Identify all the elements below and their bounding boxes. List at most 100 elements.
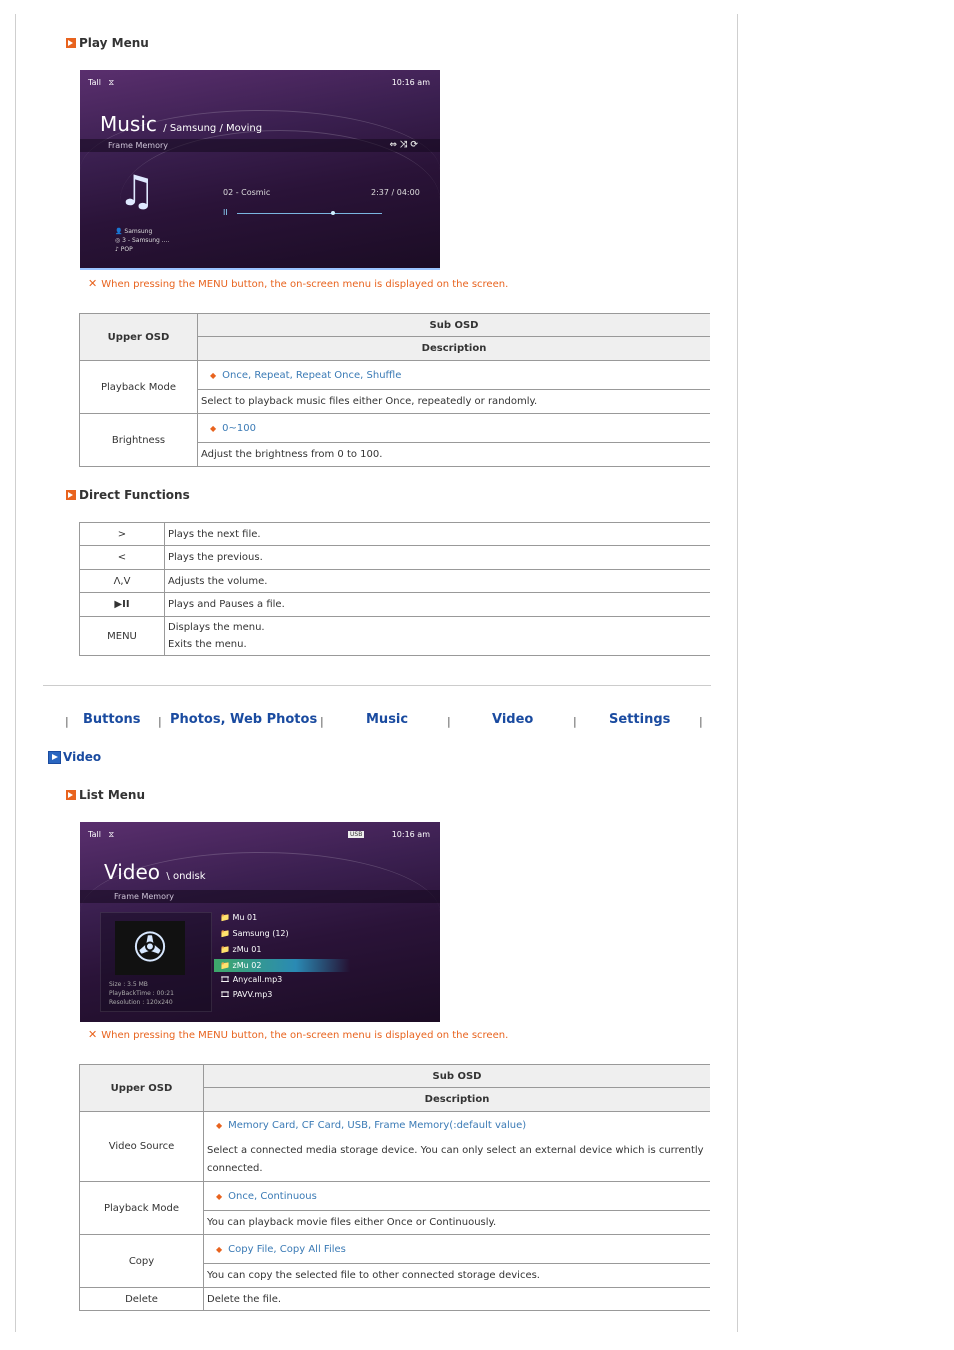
play-icon [48, 750, 61, 764]
video-heading: Video [48, 750, 101, 764]
options-cell: ◆ Memory Card, CF Card, USB, Frame Memory… [204, 1112, 711, 1139]
note-icon: ✕ [88, 277, 98, 290]
nav-buttons[interactable]: Buttons [83, 712, 141, 727]
screen-title-text: Video [104, 860, 161, 884]
description-cell: You can copy the selected file to other … [203, 1263, 710, 1288]
description-cell: Delete the file. [203, 1287, 710, 1311]
upper-osd-header: Upper OSD [79, 313, 198, 361]
row-name: Playback Mode [79, 1181, 204, 1235]
list-item-selected[interactable]: 📁 zMu 02 [214, 959, 350, 972]
film-reel-icon: ✇ [115, 921, 185, 975]
options-cell: ◆ Once, Continuous [203, 1181, 710, 1211]
row-name: Brightness [79, 413, 198, 467]
row-name: Video Source [79, 1111, 204, 1182]
note-icon: ✕ [88, 1028, 98, 1041]
key-desc-line: Displays the menu. [168, 622, 265, 633]
row-name: Copy [79, 1234, 204, 1288]
description-cell: Adjust the brightness from 0 to 100. [197, 442, 710, 467]
genre-text: POP [120, 246, 133, 253]
screen-title-text: Music [100, 112, 157, 136]
preview-panel: ✇ Size : 3.5 MB PlayBackTime : 00:21 Res… [100, 912, 212, 1012]
video-heading-text: Video [63, 750, 102, 764]
usb-icon: USB [348, 831, 365, 838]
source-label: Frame Memory [114, 892, 175, 901]
file-name: zMu 02 [232, 961, 262, 970]
source-bar: Frame Memory ⇔ ⤨ ⟳ [80, 139, 440, 152]
nav-settings[interactable]: Settings [609, 712, 670, 727]
key-cell: MENU [79, 616, 165, 656]
signal-icon: Tall ⧖ [88, 830, 115, 839]
source-bar: Frame Memory [80, 890, 440, 903]
upper-osd-header: Upper OSD [79, 1064, 204, 1112]
bullet-icon: ◆ [216, 1191, 223, 1201]
list-menu-heading-text: List Menu [79, 788, 145, 802]
pause-icon[interactable]: II [223, 208, 228, 217]
menu-note: ✕ When pressing the MENU button, the on-s… [88, 1028, 508, 1041]
list-menu-heading: List Menu [66, 788, 145, 802]
arrow-icon [66, 790, 76, 800]
size-info: Size : 3.5 MB [109, 981, 148, 988]
description-header: Description [197, 336, 710, 361]
description-cell: Select to playback music files either On… [197, 389, 710, 414]
album-text: 3 - Samsung .... [122, 237, 170, 244]
options-text: Once, Repeat, Repeat Once, Shuffle [222, 369, 402, 381]
nav-photos[interactable]: Photos, Web Photos [170, 712, 317, 727]
album-info: ◎ 3 - Samsung .... [115, 237, 170, 244]
resolution-info: Resolution : 120x240 [109, 999, 173, 1006]
nav-separator: | [699, 715, 703, 728]
key-cell: ▶II [79, 592, 165, 617]
bottom-bar [80, 268, 440, 270]
list-item[interactable]: 📁 Mu 01 [220, 911, 420, 927]
list-item[interactable]: 📁 zMu 01 [220, 943, 420, 959]
nav-video[interactable]: Video [492, 712, 533, 727]
nav-separator: | [573, 715, 577, 728]
file-name: Samsung (12) [232, 929, 289, 938]
menu-note: ✕ When pressing the MENU button, the on-s… [88, 277, 508, 290]
video-menu-table: Upper OSD Sub OSD Description Video Sour… [79, 1064, 710, 1311]
row-name: Delete [79, 1287, 204, 1311]
play-menu-heading-text: Play Menu [79, 36, 149, 50]
screen-title: Video \ ondisk [104, 860, 206, 884]
file-name: Anycall.mp3 [232, 975, 283, 984]
direct-functions-table: > Plays the next file. < Plays the previ… [79, 522, 710, 656]
clock: 10:16 am [391, 78, 430, 87]
divider [43, 685, 711, 686]
options-text: Memory Card, CF Card, USB, Frame Memory(… [228, 1119, 527, 1131]
file-name: Mu 01 [232, 913, 258, 922]
nav-music[interactable]: Music [366, 712, 408, 727]
options-text: 0~100 [222, 422, 256, 434]
file-list: 📁 Mu 01 📁 Samsung (12) 📁 zMu 01 📁 zMu 02… [214, 911, 420, 1004]
options-cell: ◆ 0~100 [197, 413, 710, 443]
key-desc: Adjusts the volume. [164, 569, 710, 593]
left-border [15, 14, 16, 1332]
arrow-icon [66, 490, 76, 500]
list-item[interactable]: 🎞 Anycall.mp3 [220, 972, 420, 988]
artist-text: Samsung [124, 228, 153, 235]
direct-functions-heading: Direct Functions [66, 488, 190, 502]
key-desc: Plays the previous. [164, 545, 710, 570]
description-cell: Select a connected media storage device.… [203, 1138, 710, 1182]
artist-info: 👤 Samsung [115, 228, 153, 235]
screen-subtitle: / Samsung / Moving [163, 123, 263, 134]
bullet-icon: ◆ [216, 1244, 223, 1254]
right-border [737, 14, 738, 1332]
screen-subtitle: \ ondisk [166, 871, 206, 882]
key-cell: > [79, 522, 165, 546]
bullet-icon: ◆ [216, 1120, 223, 1130]
options-cell: ◆ Once, Repeat, Repeat Once, Shuffle [197, 360, 710, 390]
progress-track[interactable] [237, 211, 382, 215]
key-cell: Λ,V [79, 569, 165, 593]
arrow-icon [66, 38, 76, 48]
nav-separator: | [65, 715, 69, 728]
video-screen: Tall ⧖ USB 10:16 am Video \ ondisk Frame… [80, 822, 440, 1022]
track-time: 2:37 / 04:00 [371, 188, 420, 197]
music-note-icon: ♫ [118, 166, 156, 215]
list-item[interactable]: 📁 Samsung (12) [220, 927, 420, 943]
options-text: Once, Continuous [228, 1190, 317, 1202]
list-item[interactable]: 🎞 PAVV.mp3 [220, 988, 420, 1004]
menu-note-text: When pressing the MENU button, the on-sc… [101, 1030, 509, 1041]
key-desc: Displays the menu. Exits the menu. [164, 616, 710, 656]
play-menu-heading: Play Menu [66, 36, 149, 50]
sub-osd-header: Sub OSD [203, 1064, 710, 1088]
play-menu-table: Upper OSD Sub OSD Description Playback M… [79, 313, 710, 467]
